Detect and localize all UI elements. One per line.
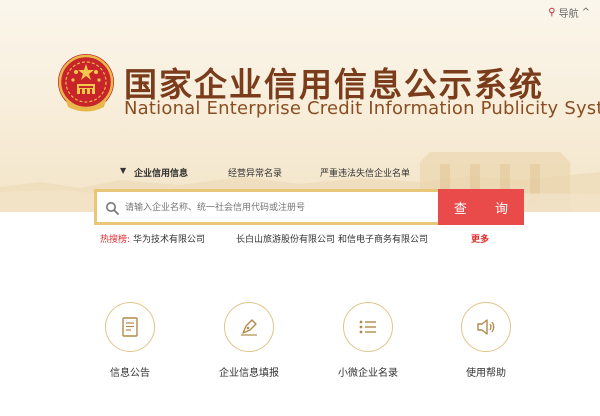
feature-label: 信息公告	[110, 368, 150, 379]
tab-enterprise-credit[interactable]: 企业信用信息	[134, 166, 188, 179]
chevron-up-icon: ^	[581, 7, 590, 18]
nav-label: 导航	[558, 9, 579, 20]
feature-row: 信息公告 企业信息填报 小微企业名录 使用帮助	[0, 302, 600, 392]
feature-icon-circle	[224, 302, 274, 352]
search-button[interactable]: 查 询	[438, 189, 524, 225]
search-bar: 查 询	[94, 189, 524, 225]
feature-icon-circle	[343, 302, 393, 352]
feature-label: 使用帮助	[466, 368, 506, 379]
hot-search-item[interactable]: 长白山旅游股份有限公司	[236, 232, 335, 245]
location-pin-icon: ⚲	[548, 7, 556, 18]
nav-link[interactable]: ⚲ 导航 ^	[548, 5, 590, 20]
hot-search-item[interactable]: 和信电子商务有限公司	[338, 232, 428, 245]
feature-label: 小微企业名录	[338, 368, 398, 379]
search-box	[94, 189, 438, 225]
search-icon	[106, 202, 119, 215]
national-emblem-icon	[58, 54, 114, 112]
hot-search-item[interactable]: 华为技术有限公司	[133, 232, 205, 245]
feature-icon-circle	[105, 302, 155, 352]
hot-search-label: 热搜榜:	[100, 235, 131, 245]
more-link[interactable]: 更多	[471, 232, 489, 245]
tab-serious-violation[interactable]: 严重违法失信企业名单	[320, 166, 410, 179]
search-input[interactable]	[125, 200, 425, 216]
hero-banner: ⚲ 导航 ^ 国家企业信用信息公示系统 National Enterprise …	[0, 0, 600, 212]
tab-abnormal-operation[interactable]: 经营异常名录	[228, 166, 282, 179]
feature-label: 企业信息填报	[219, 368, 279, 379]
site-title-en: National Enterprise Credit Information P…	[124, 98, 600, 119]
feature-small-business-list[interactable]: 小微企业名录	[313, 302, 423, 379]
feature-help[interactable]: 使用帮助	[431, 302, 541, 379]
feature-icon-circle	[461, 302, 511, 352]
feature-report-filing[interactable]: 企业信息填报	[194, 302, 304, 379]
feature-announcements[interactable]: 信息公告	[75, 302, 185, 379]
speaker-icon	[477, 319, 495, 335]
pen-icon	[241, 319, 257, 336]
document-icon	[122, 317, 138, 337]
list-icon	[359, 320, 376, 334]
active-tab-arrow-icon: ▼	[120, 166, 127, 175]
